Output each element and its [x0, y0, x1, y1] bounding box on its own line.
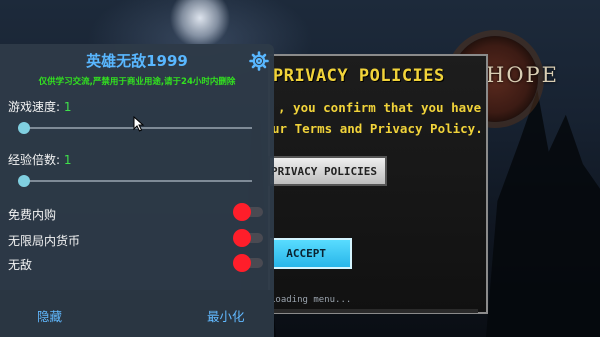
- free-purchase-label: 免费内购: [8, 208, 57, 222]
- game-logo: HOPE: [486, 63, 559, 87]
- unlimited-currency-label: 无限局内货币: [8, 234, 81, 248]
- accept-button[interactable]: ACCEPT: [270, 238, 352, 269]
- slider-thumb[interactable]: [18, 122, 30, 134]
- loading-bar: [272, 309, 478, 313]
- exp-multiplier-value: 1: [63, 153, 72, 167]
- toggle-knob: [233, 229, 251, 247]
- game-speed-label: 游戏速度: 1: [8, 98, 72, 115]
- privacy-policies-button[interactable]: PRIVACY POLICIES: [268, 156, 387, 186]
- exp-multiplier-slider[interactable]: [18, 175, 252, 187]
- slider-thumb[interactable]: [18, 175, 30, 187]
- invincible-toggle[interactable]: [233, 254, 263, 272]
- dialog-body-line: , you confirm that you have: [278, 100, 482, 115]
- invincible-label: 无敌: [8, 258, 33, 272]
- toggle-knob: [233, 254, 251, 272]
- mouse-cursor-icon: [133, 115, 145, 132]
- toggle-knob: [233, 203, 251, 221]
- free-purchase-toggle[interactable]: [233, 203, 263, 221]
- loading-text: Loading menu...: [270, 295, 352, 305]
- gear-icon[interactable]: [249, 51, 269, 71]
- mod-menu-panel: 英雄无敌1999 仅供学习交流,严禁用于商业用途,请于24小时内删除 游戏速度:…: [0, 44, 274, 337]
- exp-multiplier-label-text: 经验倍数:: [8, 153, 64, 167]
- game-speed-value: 1: [63, 100, 72, 114]
- dialog-body: , you confirm that you have ur Terms and…: [270, 97, 486, 139]
- disclaimer-notice: 仅供学习交流,严禁用于商业用途,请于24小时内删除: [38, 77, 236, 87]
- exp-multiplier-label: 经验倍数: 1: [8, 151, 72, 168]
- hide-button[interactable]: 隐藏: [37, 306, 62, 325]
- mod-menu-title: 英雄无敌1999: [86, 52, 188, 70]
- privacy-dialog: PRIVACY POLICIES , you confirm that you …: [268, 54, 488, 314]
- minimize-button[interactable]: 最小化: [207, 306, 245, 325]
- game-logo-subtitle: [496, 88, 536, 102]
- unlimited-currency-toggle[interactable]: [233, 229, 263, 247]
- panel-footer: 隐藏 最小化: [0, 290, 274, 337]
- dialog-body-line: ur Terms and Privacy Policy.: [272, 121, 483, 136]
- dialog-title: PRIVACY POLICIES: [273, 66, 445, 86]
- game-speed-label-text: 游戏速度:: [8, 100, 64, 114]
